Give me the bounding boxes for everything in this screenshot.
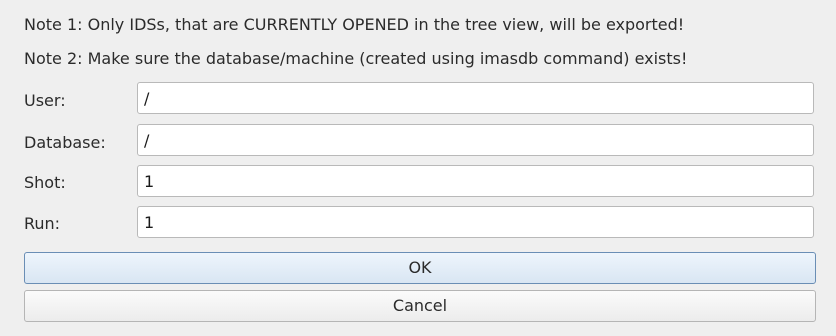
cancel-button[interactable]: Cancel [24,290,816,322]
export-dialog: Note 1: Only IDSs, that are CURRENTLY OP… [0,0,836,336]
note-1-text: Note 1: Only IDSs, that are CURRENTLY OP… [24,15,685,34]
database-input[interactable] [137,124,814,156]
run-label: Run: [24,214,61,233]
shot-input[interactable] [137,165,814,197]
database-label: Database: [24,133,106,152]
user-label: User: [24,91,66,110]
shot-label: Shot: [24,173,66,192]
note-2-text: Note 2: Make sure the database/machine (… [24,49,688,68]
ok-button[interactable]: OK [24,252,816,284]
run-input[interactable] [137,206,814,238]
user-input[interactable] [137,82,814,114]
